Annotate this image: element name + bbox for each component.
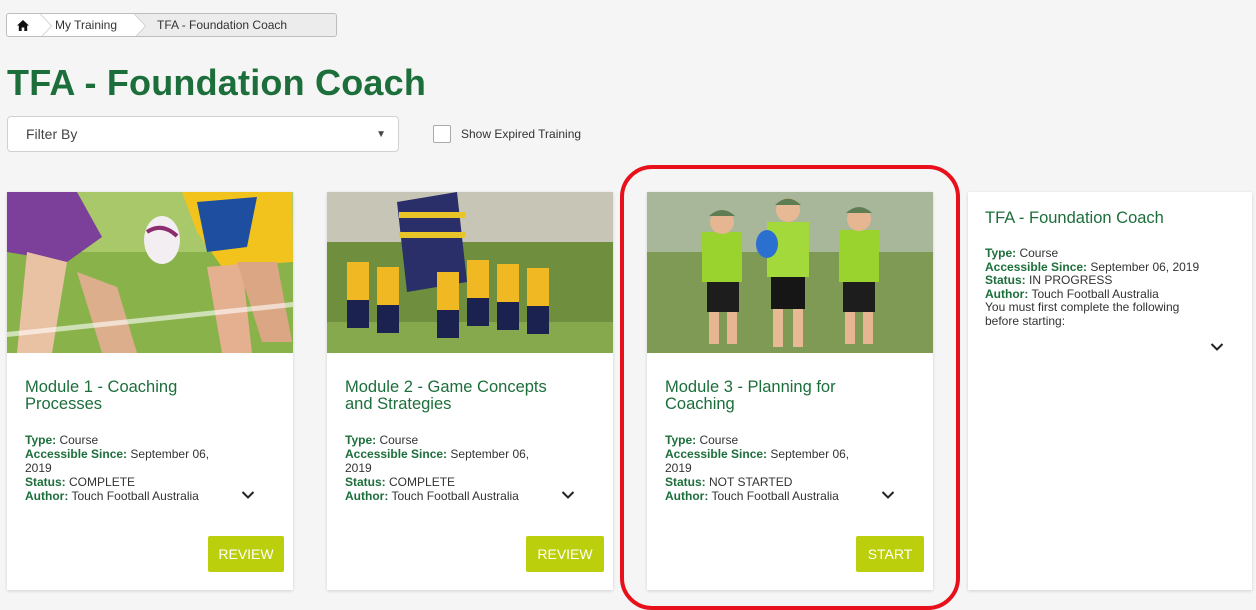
breadcrumb-home[interactable] — [7, 14, 52, 36]
summary-author: Touch Football Australia — [1031, 286, 1159, 301]
page-title: TFA - Foundation Coach — [7, 62, 427, 103]
module-1-title[interactable]: Module 1 - Coaching Processes — [25, 379, 255, 413]
module-1-author: Touch Football Australia — [71, 489, 199, 503]
chevron-down-icon[interactable] — [1210, 342, 1224, 352]
module-2-meta: Type: Course Accessible Since: September… — [345, 433, 555, 503]
status-label: Status: — [665, 475, 706, 489]
module-1-type: Course — [59, 433, 99, 447]
module-card-2: Module 2 - Game Concepts and Strategies … — [327, 192, 613, 590]
author-label: Author: — [25, 489, 69, 503]
accessible-since-label: Accessible Since: — [25, 447, 128, 461]
module-card-1: Module 1 - Coaching Processes Type: Cour… — [7, 192, 293, 590]
module-2-title[interactable]: Module 2 - Game Concepts and Strategies — [345, 379, 575, 413]
module-card-3: Module 3 - Planning for Coaching Type: C… — [647, 192, 933, 590]
module-3-image — [647, 192, 933, 353]
module-3-author: Touch Football Australia — [711, 489, 839, 503]
accessible-since-label: Accessible Since: — [985, 259, 1088, 274]
status-label: Status: — [25, 475, 66, 489]
module-1-status: COMPLETE — [69, 475, 136, 489]
module-2-status: COMPLETE — [389, 475, 456, 489]
start-button[interactable]: START — [856, 536, 924, 572]
module-3-meta: Type: Course Accessible Since: September… — [665, 433, 875, 503]
chevron-down-icon[interactable] — [881, 490, 895, 500]
breadcrumb-my-training-label: My Training — [55, 18, 118, 32]
module-2-type: Course — [379, 433, 419, 447]
show-expired-toggle[interactable]: Show Expired Training — [433, 125, 581, 143]
author-label: Author: — [665, 489, 709, 503]
filter-select-label: Filter By — [26, 126, 78, 142]
review-button[interactable]: REVIEW — [526, 536, 604, 572]
show-expired-label: Show Expired Training — [461, 127, 582, 141]
summary-title: TFA - Foundation Coach — [985, 209, 1164, 227]
summary-type: Course — [1019, 246, 1059, 260]
module-2-image — [327, 192, 613, 353]
type-label: Type: — [665, 433, 697, 447]
home-icon — [17, 19, 29, 31]
filter-select[interactable]: Filter By ▼ — [7, 116, 399, 152]
accessible-since-label: Accessible Since: — [665, 447, 768, 461]
summary-status: IN PROGRESS — [1029, 273, 1113, 287]
dropdown-caret-icon: ▼ — [376, 128, 386, 140]
author-label: Author: — [985, 286, 1029, 301]
breadcrumb-my-training[interactable]: My Training — [39, 14, 147, 36]
module-3-title[interactable]: Module 3 - Planning for Coaching — [665, 379, 895, 413]
accessible-since-label: Accessible Since: — [345, 447, 448, 461]
breadcrumb-current: TFA - Foundation Coach — [133, 14, 336, 36]
breadcrumb: My Training TFA - Foundation Coach — [6, 13, 337, 37]
chevron-down-icon[interactable] — [561, 490, 575, 500]
module-3-status: NOT STARTED — [709, 475, 793, 489]
status-label: Status: — [345, 475, 386, 489]
type-label: Type: — [25, 433, 57, 447]
module-2-author: Touch Football Australia — [391, 489, 519, 503]
summary-accessible-since: September 06, 2019 — [1090, 259, 1200, 274]
summary-meta: Type: Course Accessible Since: September… — [985, 246, 1205, 328]
module-1-meta: Type: Course Accessible Since: September… — [25, 433, 235, 503]
type-label: Type: — [345, 433, 377, 447]
course-summary-card: TFA - Foundation Coach Type: Course Acce… — [968, 192, 1252, 590]
review-button[interactable]: REVIEW — [208, 536, 284, 572]
breadcrumb-current-label: TFA - Foundation Coach — [157, 18, 288, 32]
chevron-down-icon[interactable] — [241, 490, 255, 500]
type-label: Type: — [985, 246, 1017, 260]
prerequisite-note: You must first complete the following be… — [985, 300, 1180, 328]
module-1-image — [7, 192, 293, 353]
author-label: Author: — [345, 489, 389, 503]
show-expired-checkbox[interactable] — [433, 125, 451, 143]
module-3-type: Course — [699, 433, 739, 447]
status-label: Status: — [985, 273, 1026, 287]
